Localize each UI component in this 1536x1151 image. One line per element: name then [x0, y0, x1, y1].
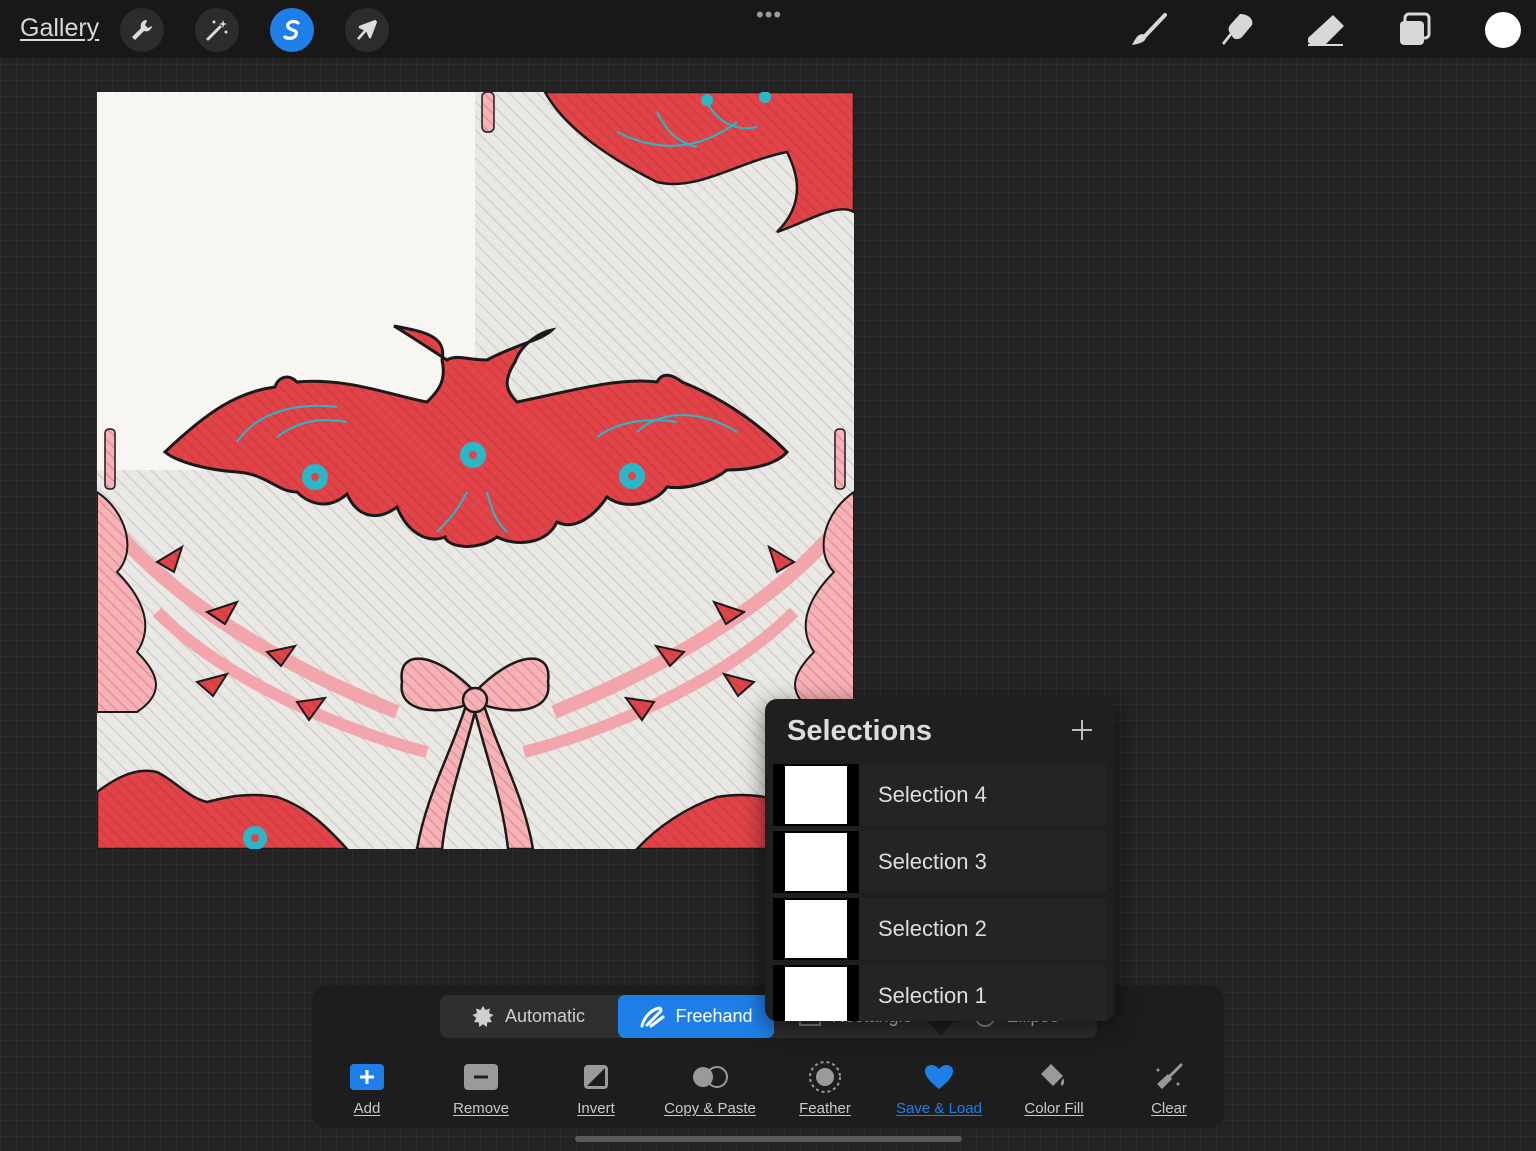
selection-label: Selection 4 — [878, 782, 987, 807]
add-selection-button[interactable] — [1065, 713, 1099, 747]
selection-label: Selection 3 — [878, 849, 987, 874]
adjustments-magic-wand-icon[interactable] — [195, 8, 239, 52]
clear-broom-icon — [1156, 1063, 1183, 1089]
feather-button[interactable]: Feather — [770, 1060, 880, 1117]
mode-freehand[interactable]: Freehand — [618, 995, 774, 1038]
selection-thumbnail — [773, 764, 859, 826]
copy-paste-label: Copy & Paste — [664, 1100, 756, 1117]
color-fill-icon — [1041, 1064, 1065, 1086]
remove-button[interactable]: Remove — [426, 1060, 536, 1117]
selection-item[interactable]: Selection 1 — [773, 965, 1107, 1021]
mode-freehand-label: Freehand — [675, 1006, 753, 1026]
selection-thumbnail — [773, 965, 859, 1021]
more-options-icon[interactable]: ••• — [756, 2, 782, 28]
copy-paste-button[interactable]: Copy & Paste — [655, 1060, 765, 1117]
selection-icon[interactable] — [270, 8, 314, 52]
selections-title: Selections — [787, 715, 933, 747]
home-indicator[interactable] — [575, 1136, 962, 1142]
brush-icon[interactable] — [1127, 10, 1171, 50]
heart-icon — [925, 1065, 953, 1089]
invert-icon — [584, 1065, 608, 1089]
color-picker-swatch[interactable] — [1485, 12, 1521, 48]
add-icon — [350, 1064, 384, 1090]
top-toolbar: Gallery ••• — [0, 0, 1536, 58]
invert-label: Invert — [577, 1100, 615, 1117]
drawing-canvas[interactable] — [97, 92, 854, 849]
selection-label: Selection 2 — [878, 916, 987, 941]
freehand-icon — [640, 1005, 665, 1027]
gallery-button[interactable]: Gallery — [20, 14, 99, 43]
actions-wrench-icon[interactable] — [120, 8, 164, 52]
plus-icon — [1072, 720, 1092, 740]
feather-icon — [809, 1061, 841, 1093]
invert-button[interactable]: Invert — [541, 1060, 651, 1117]
feather-label: Feather — [799, 1100, 851, 1117]
transform-arrow-icon[interactable] — [345, 8, 389, 52]
remove-icon — [464, 1064, 498, 1090]
selection-thumbnail — [773, 898, 859, 960]
copy-paste-icon — [693, 1066, 728, 1088]
clear-label: Clear — [1151, 1100, 1187, 1117]
smudge-icon[interactable] — [1216, 10, 1260, 50]
selection-item[interactable]: Selection 3 — [773, 831, 1107, 893]
selections-popover: Selections Selection 4 Selection 3 Selec… — [765, 699, 1115, 1021]
clear-button[interactable]: Clear — [1114, 1060, 1224, 1117]
mode-automatic[interactable]: Automatic — [440, 995, 616, 1038]
add-button[interactable]: Add — [312, 1060, 422, 1117]
selection-label: Selection 1 — [878, 983, 987, 1008]
layers-icon[interactable] — [1393, 10, 1437, 50]
save-load-button[interactable]: Save & Load — [884, 1060, 994, 1117]
remove-label: Remove — [453, 1100, 509, 1117]
color-fill-label: Color Fill — [1024, 1100, 1084, 1117]
color-fill-button[interactable]: Color Fill — [999, 1060, 1109, 1117]
selection-item[interactable]: Selection 4 — [773, 764, 1107, 826]
save-load-label: Save & Load — [896, 1100, 982, 1117]
selection-thumbnail — [773, 831, 859, 893]
selection-item[interactable]: Selection 2 — [773, 898, 1107, 960]
eraser-icon[interactable] — [1304, 10, 1348, 50]
automatic-icon — [472, 1005, 494, 1027]
mode-automatic-label: Automatic — [504, 1006, 586, 1026]
add-label: Add — [353, 1100, 381, 1117]
